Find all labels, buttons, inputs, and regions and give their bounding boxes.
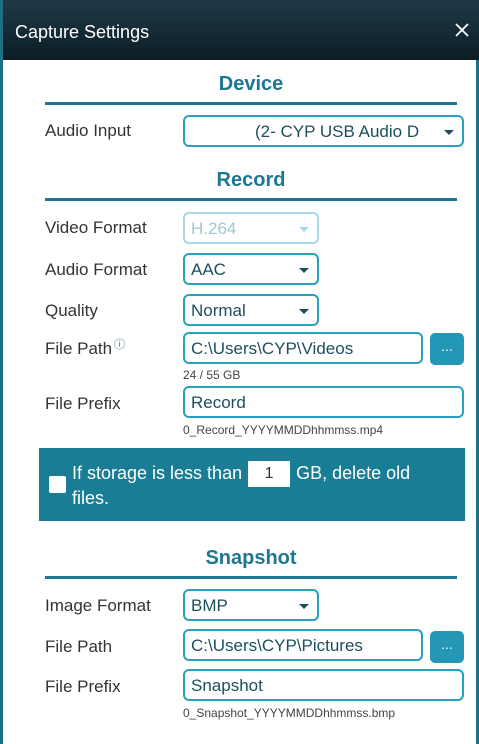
record-file-path-label: File Path ⓘ [45,339,125,359]
image-format-value: BMP [191,596,228,615]
storage-usage-text: 24 / 55 GB [183,368,241,382]
snapshot-file-path-value: C:\Users\CYP\Pictures [191,636,363,655]
image-format-label: Image Format [45,596,151,615]
info-icon[interactable]: ⓘ [114,339,125,351]
quality-value: Normal [191,301,246,320]
snapshot-file-prefix-value: Snapshot [191,676,263,695]
record-file-path-input[interactable]: C:\Users\CYP\Videos [183,332,423,364]
audio-input-select[interactable]: (2- CYP USB Audio D [183,115,464,147]
record-file-prefix-label: File Prefix [45,394,121,413]
record-file-path-value: C:\Users\CYP\Videos [191,339,354,358]
chevron-down-icon [299,268,309,273]
record-file-prefix-input[interactable]: Record [183,386,464,418]
snapshot-file-prefix-input[interactable]: Snapshot [183,669,464,701]
chevron-down-icon [299,227,309,232]
section-title-snapshot: Snapshot [45,547,457,579]
title-bar: Capture Settings [3,0,479,60]
record-file-prefix-value: Record [191,393,246,412]
audio-input-value: (2- CYP USB Audio D [255,122,420,141]
storage-threshold-input[interactable]: 1 [248,461,291,487]
audio-format-label: Audio Format [45,260,148,279]
record-browse-button[interactable]: ... [430,333,464,365]
capture-settings-window: Capture Settings Device Audio Input (2- … [0,0,479,744]
section-title-record: Record [45,169,457,201]
quality-select[interactable]: Normal [183,294,319,326]
video-format-select[interactable]: H.264 [183,212,319,244]
section-title-device: Device [45,73,457,105]
snapshot-file-path-input[interactable]: C:\Users\CYP\Pictures [183,629,423,661]
quality-label: Quality [45,301,98,320]
video-format-label: Video Format [45,218,147,237]
audio-input-label: Audio Input [45,121,132,140]
snapshot-file-prefix-label: File Prefix [45,677,121,696]
image-format-select[interactable]: BMP [183,589,319,621]
close-icon[interactable] [452,20,472,40]
chevron-down-icon [299,309,309,314]
record-file-name-example: 0_Record_YYYYMMDDhhmmss.mp4 [183,423,384,437]
delete-old-files-checkbox[interactable] [49,476,66,493]
storage-rule-text: If storage is less than 1 GB, delete old f… [72,461,452,510]
chevron-down-icon [299,604,309,609]
audio-format-select[interactable]: AAC [183,253,319,285]
window-title: Capture Settings [15,22,150,42]
video-format-value: H.264 [191,219,237,238]
storage-rule-panel: If storage is less than 1 GB, delete old f… [39,448,465,521]
record-file-path-text: File Path [45,339,113,358]
snapshot-file-name-example: 0_Snapshot_YYYYMMDDhhmmss.bmp [183,706,396,720]
storage-rule-text-before: If storage is less than [72,462,243,483]
chevron-down-icon [444,130,454,135]
audio-format-value: AAC [191,260,226,279]
snapshot-browse-button[interactable]: ... [430,631,464,663]
snapshot-file-path-label: File Path [45,637,113,656]
